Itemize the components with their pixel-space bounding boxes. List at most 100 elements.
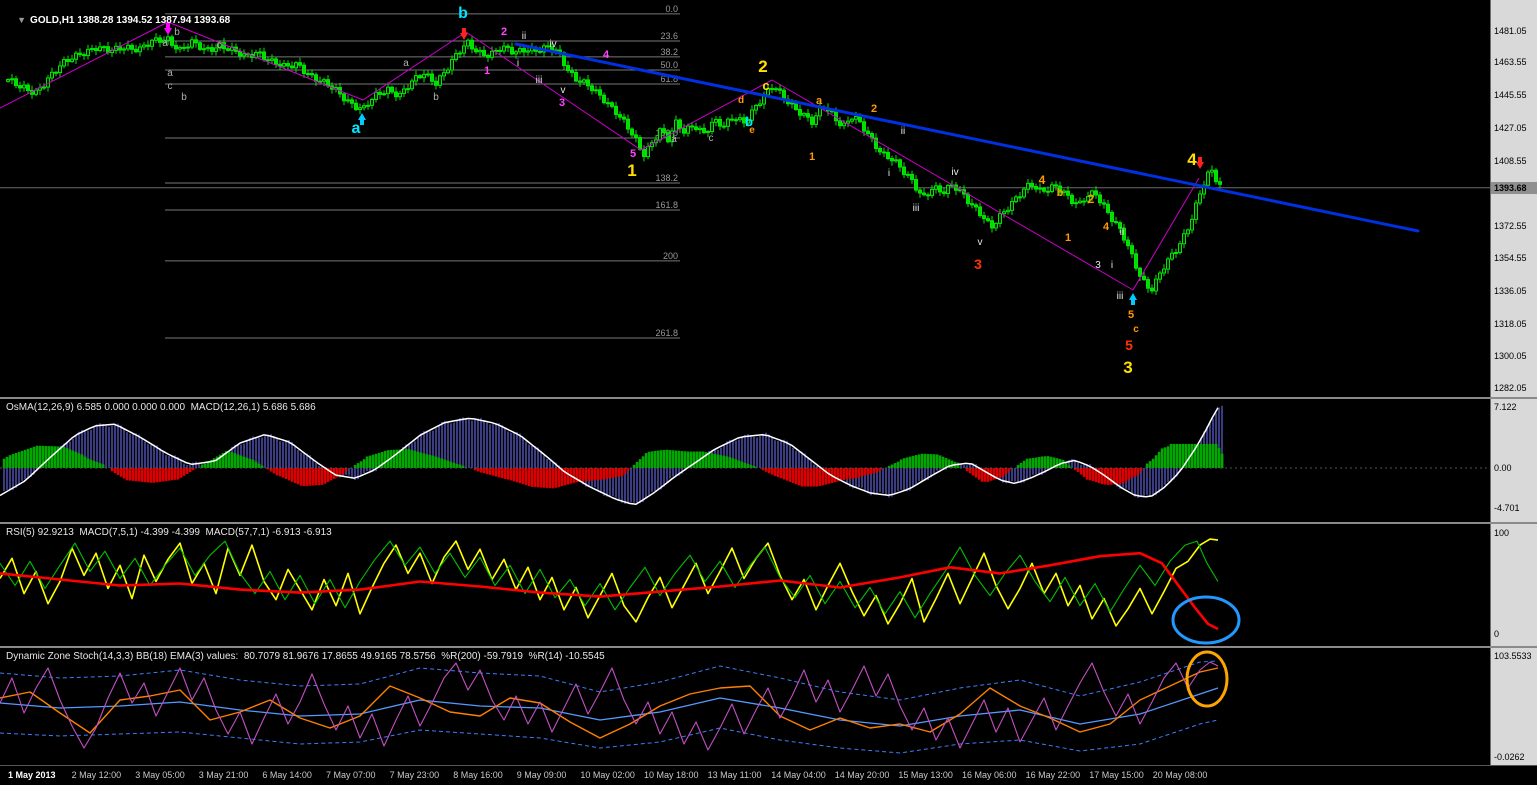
chart-canvas[interactable]: 0.023.638.250.061.8100.0138.2161.8200261… <box>0 0 1490 765</box>
wave-label: i <box>1111 260 1113 271</box>
time-axis-label: 1 May 2013 <box>8 770 56 780</box>
panel-separator[interactable] <box>0 522 1537 524</box>
wave-label: e <box>749 125 755 136</box>
scale-label: 1336.05 <box>1494 286 1527 296</box>
highlight-ellipse-orange <box>1185 650 1229 708</box>
wave-label: ii <box>901 126 905 137</box>
wave-label: c <box>168 81 173 92</box>
wave-label: 1 <box>809 151 815 163</box>
wave-label: 3 <box>1095 260 1101 271</box>
wave-label: 5 <box>1125 337 1133 353</box>
wave-label: 3 <box>1123 358 1132 377</box>
wave-label: b <box>181 92 187 103</box>
panel-separator[interactable] <box>0 397 1537 399</box>
scale-label: -0.0262 <box>1494 752 1525 762</box>
wave-label: 2 <box>1088 192 1095 206</box>
wave-label: 1 <box>1065 232 1071 244</box>
time-axis-label: 10 May 18:00 <box>644 770 699 780</box>
scale-label: 103.5533 <box>1494 651 1532 661</box>
price-scale[interactable]: 1481.05 1463.55 1445.55 1427.05 1408.55 1372.… <box>1490 0 1537 765</box>
time-axis-label: 2 May 12:00 <box>71 770 122 780</box>
time-axis-label: 13 May 11:00 <box>707 770 762 780</box>
wave-label: 3 <box>559 97 565 109</box>
wave-label: b <box>174 27 180 38</box>
time-axis-label: 10 May 02:00 <box>580 770 635 780</box>
wave-label: a <box>162 38 168 49</box>
time-axis-label: 8 May 16:00 <box>453 770 503 780</box>
wave-label: iv <box>951 167 958 178</box>
wave-label: c <box>1133 324 1139 335</box>
sell-arrow-icon <box>460 28 468 40</box>
time-axis-label: 7 May 23:00 <box>389 770 440 780</box>
wave-label: v <box>561 85 566 96</box>
svg-text:50.0: 50.0 <box>660 60 678 70</box>
scale-label: 1282.05 <box>1494 383 1527 393</box>
time-scale[interactable]: 1 May 2013 2 May 12:00 3 May 05:00 3 May 21… <box>0 765 1537 785</box>
wave-label: 4 <box>1103 221 1110 233</box>
wave-label: 1 <box>484 65 490 77</box>
scale-label: 0.00 <box>1494 463 1512 473</box>
wave-label: 2 <box>871 103 877 115</box>
scale-label: 1463.55 <box>1494 57 1527 67</box>
wave-label: 2 <box>758 57 767 76</box>
mt4-chart-window: 0.023.638.250.061.8100.0138.2161.8200261… <box>0 0 1537 785</box>
svg-text:161.8: 161.8 <box>655 200 678 210</box>
wave-label: b <box>1057 187 1064 199</box>
time-axis-label: 7 May 07:00 <box>326 770 376 780</box>
wave-label: iv <box>549 39 556 50</box>
wave-label: 1 <box>627 161 636 180</box>
svg-text:38.2: 38.2 <box>660 47 678 57</box>
wave-label: b <box>458 5 468 22</box>
svg-text:138.2: 138.2 <box>655 173 678 183</box>
svg-text:261.8: 261.8 <box>655 328 678 338</box>
wave-label: c <box>217 40 222 51</box>
wave-label: i <box>517 58 519 69</box>
scale-label: 1318.05 <box>1494 319 1527 329</box>
wave-label: v <box>978 237 983 248</box>
scale-label: 7.122 <box>1494 402 1517 412</box>
wave-label: a <box>167 68 173 79</box>
wave-label: 5 <box>1128 309 1134 321</box>
svg-text:200: 200 <box>663 251 678 261</box>
wave-label: iii <box>913 203 920 214</box>
wave-label: 4 <box>1039 173 1046 187</box>
wave-label: 2 <box>501 26 507 38</box>
svg-text:23.6: 23.6 <box>660 31 678 41</box>
wave-label: a <box>403 58 409 69</box>
panel-separator[interactable] <box>0 646 1537 648</box>
scale-label: 1372.55 <box>1494 221 1527 231</box>
time-axis-label: 14 May 20:00 <box>834 770 890 780</box>
time-axis-label: 20 May 08:00 <box>1152 770 1208 780</box>
time-axis-label: 15 May 13:00 <box>898 770 953 780</box>
current-price-tag: 1393.68 <box>1491 181 1537 194</box>
time-axis-label: 17 May 15:00 <box>1089 770 1144 780</box>
scale-label: 1408.55 <box>1494 156 1527 166</box>
scale-label: 1445.55 <box>1494 90 1527 100</box>
wave-label: 4 <box>1187 150 1197 169</box>
wave-label: b <box>433 92 439 103</box>
wave-label: 5 <box>630 148 636 160</box>
scale-label: -4.701 <box>1494 503 1520 513</box>
wave-label: iii <box>1117 291 1124 302</box>
time-axis-label: 6 May 14:00 <box>262 770 312 780</box>
scale-label: 1481.05 <box>1494 26 1527 36</box>
scale-label: 1354.55 <box>1494 253 1527 263</box>
wave-label: d <box>738 95 744 106</box>
wave-label: 3 <box>974 256 982 272</box>
time-axis-label: 3 May 21:00 <box>198 770 249 780</box>
wave-label: c <box>709 133 714 144</box>
time-axis-label: 14 May 04:00 <box>771 770 826 780</box>
wave-label: iii <box>536 75 543 86</box>
scale-label: 1300.05 <box>1494 351 1527 361</box>
time-axis-label: 3 May 05:00 <box>135 770 185 780</box>
wave-label: 4 <box>603 49 610 61</box>
wave-label: a <box>816 95 823 107</box>
sell-arrow-icon <box>164 23 172 35</box>
svg-text:0.0: 0.0 <box>665 4 678 14</box>
time-axis-label: 9 May 09:00 <box>516 770 567 780</box>
time-axis-label: 16 May 22:00 <box>1025 770 1081 780</box>
wave-label: c <box>762 78 769 93</box>
buy-arrow-icon <box>1129 293 1137 305</box>
wave-label: a <box>352 120 361 137</box>
scale-label: 0 <box>1494 629 1500 639</box>
